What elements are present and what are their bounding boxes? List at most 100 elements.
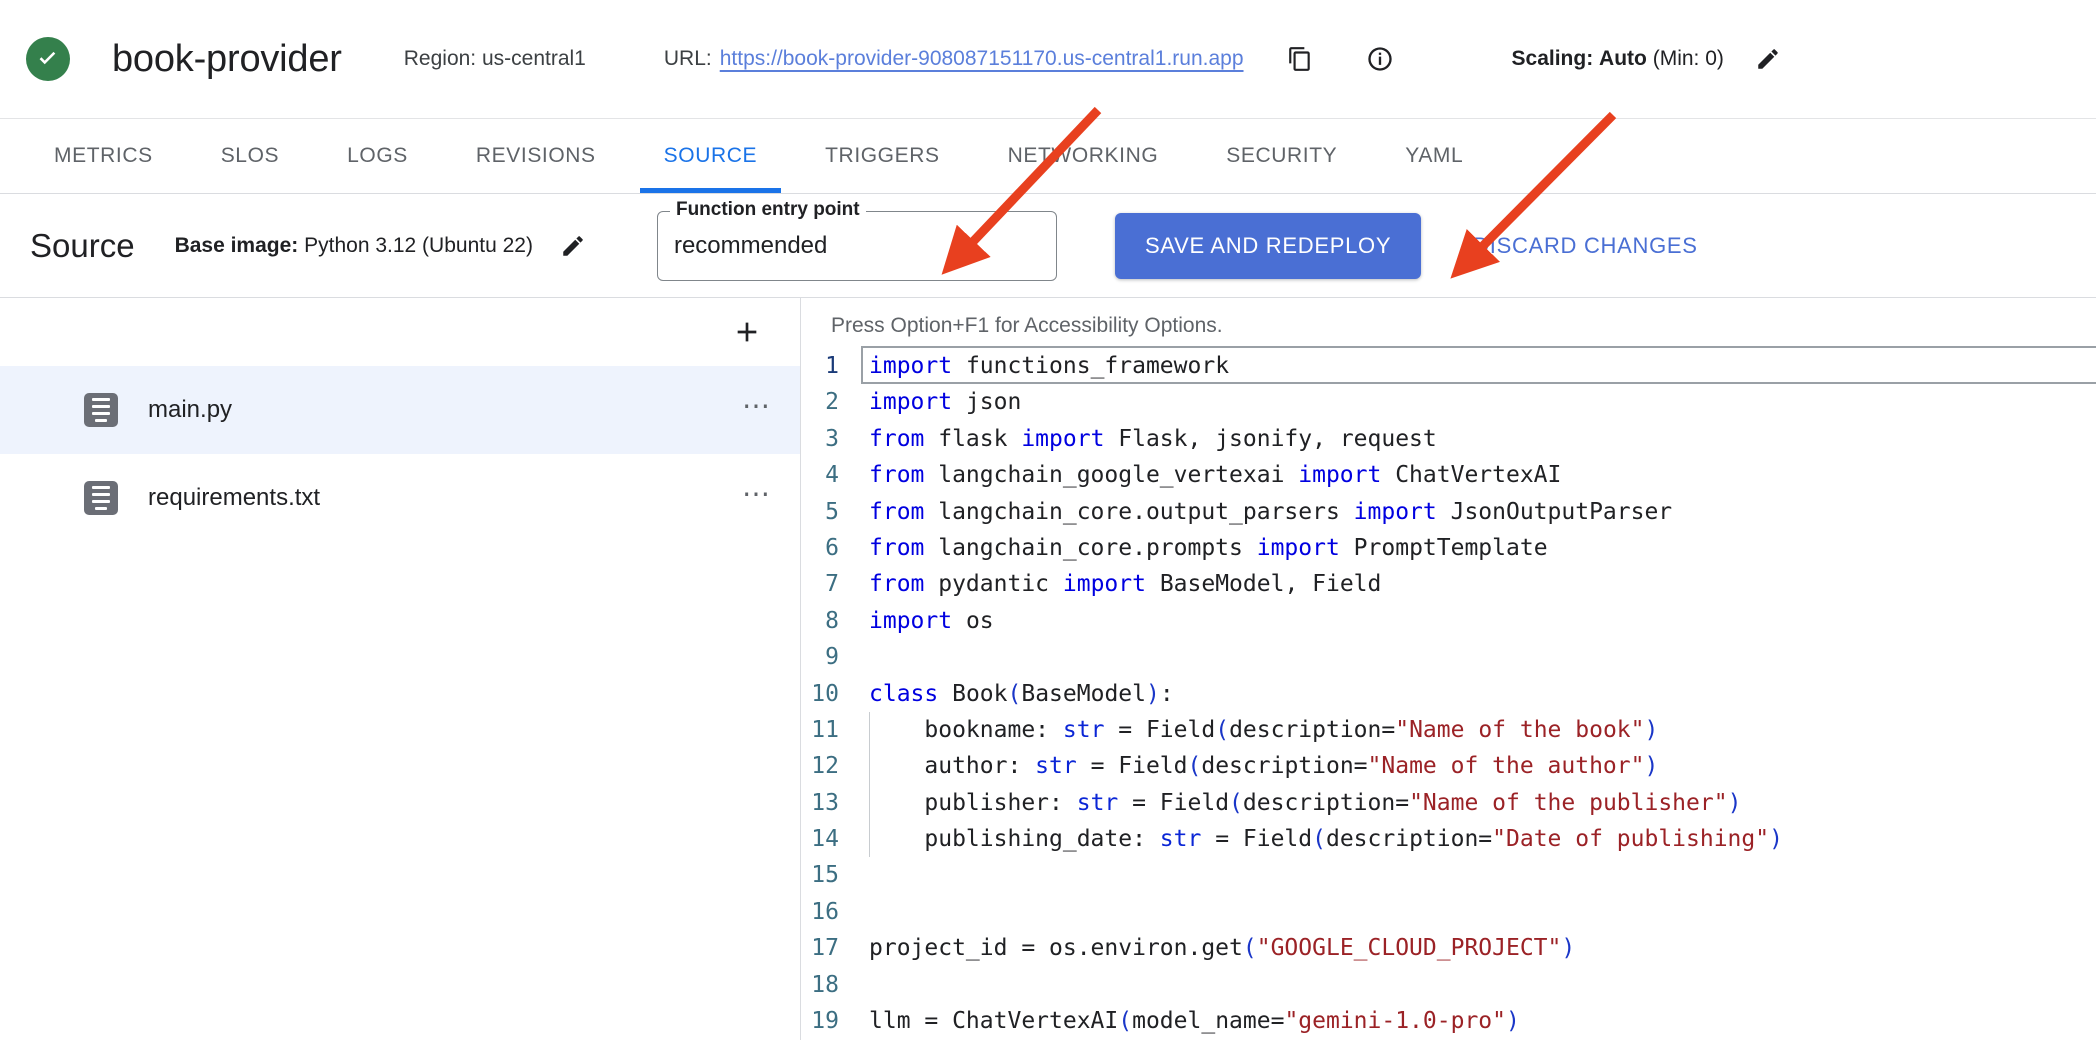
line-number: 1 [801, 348, 861, 384]
code-token: langchain_core.prompts [924, 535, 1256, 561]
info-icon[interactable] [1358, 37, 1402, 81]
code-token: str [1077, 790, 1119, 816]
tab-logs[interactable]: LOGS [313, 119, 442, 193]
scaling-min: (Min: 0) [1653, 47, 1724, 70]
code-token: flask [924, 426, 1021, 452]
url-label: URL: [664, 47, 712, 71]
code-line[interactable]: 17project_id = os.environ.get("GOOGLE_CL… [801, 930, 2096, 966]
list-item[interactable]: main.py ⋯ [0, 366, 800, 454]
code-token: publishing_date: [869, 826, 1160, 852]
pencil-icon[interactable] [1746, 37, 1790, 81]
code-line-text: class Book(BaseModel): [861, 676, 2096, 712]
function-entry-point-field[interactable]: Function entry point [657, 211, 1057, 281]
code-token: Book [938, 681, 1007, 707]
code-line-text [861, 894, 2096, 930]
tab-networking[interactable]: NETWORKING [974, 119, 1193, 193]
code-line[interactable]: 2import json [801, 384, 2096, 420]
code-token: ( [1188, 753, 1202, 779]
code-token: ) [1644, 753, 1658, 779]
code-line[interactable]: 13 publisher: str = Field(description="N… [801, 785, 2096, 821]
code-editor-panel[interactable]: Press Option+F1 for Accessibility Option… [801, 298, 2096, 1040]
code-token: "Name of the publisher" [1409, 790, 1728, 816]
code-token: json [952, 389, 1021, 415]
code-token: llm = ChatVertexAI [869, 1008, 1118, 1034]
tab-triggers[interactable]: TRIGGERS [791, 119, 973, 193]
line-number: 12 [801, 748, 861, 784]
base-image-label: Base image: [175, 234, 299, 257]
line-number: 11 [801, 712, 861, 748]
function-entry-point-label: Function entry point [670, 199, 866, 221]
save-and-redeploy-button[interactable]: SAVE AND REDEPLOY [1115, 213, 1421, 279]
code-line[interactable]: 1import functions_framework [801, 348, 2096, 384]
code-line-text [861, 967, 2096, 1003]
code-line[interactable]: 9 [801, 639, 2096, 675]
code-token: : [1160, 681, 1174, 707]
code-line[interactable]: 7from pydantic import BaseModel, Field [801, 566, 2096, 602]
code-token: ( [1118, 1008, 1132, 1034]
tab-revisions[interactable]: REVISIONS [442, 119, 630, 193]
more-horizontal-icon[interactable]: ⋯ [742, 401, 772, 419]
source-body: main.py ⋯ requirements.txt ⋯ Press Optio… [0, 298, 2096, 1040]
line-number: 2 [801, 384, 861, 420]
list-item[interactable]: requirements.txt ⋯ [0, 454, 800, 542]
code-line[interactable]: 8import os [801, 603, 2096, 639]
code-token: ( [1229, 790, 1243, 816]
tab-yaml[interactable]: YAML [1371, 119, 1497, 193]
code-line-text: llm = ChatVertexAI(model_name="gemini-1.… [861, 1003, 2096, 1039]
code-line[interactable]: 18 [801, 967, 2096, 1003]
plus-icon[interactable] [722, 307, 772, 357]
line-number: 13 [801, 785, 861, 821]
line-number: 15 [801, 857, 861, 893]
tab-security[interactable]: SECURITY [1192, 119, 1371, 193]
code-token: project_id = os.environ.get [869, 935, 1243, 961]
line-number: 8 [801, 603, 861, 639]
file-list-panel: main.py ⋯ requirements.txt ⋯ [0, 298, 801, 1040]
accessibility-hint: Press Option+F1 for Accessibility Option… [801, 298, 2096, 348]
tab-source[interactable]: SOURCE [630, 119, 791, 193]
code-editor[interactable]: 1import functions_framework2import json3… [801, 348, 2096, 1039]
code-line[interactable]: 14 publishing_date: str = Field(descript… [801, 821, 2096, 857]
tab-slos[interactable]: SLOS [187, 119, 313, 193]
code-token: ( [1312, 826, 1326, 852]
code-token: str [1035, 753, 1077, 779]
copy-icon[interactable] [1278, 37, 1322, 81]
code-line[interactable]: 3from flask import Flask, jsonify, reque… [801, 421, 2096, 457]
code-token: ) [1506, 1008, 1520, 1034]
file-name: requirements.txt [148, 484, 742, 512]
service-url-link[interactable]: https://book-provider-908087151170.us-ce… [720, 47, 1244, 71]
code-line-text: project_id = os.environ.get("GOOGLE_CLOU… [861, 930, 2096, 966]
more-horizontal-icon[interactable]: ⋯ [742, 489, 772, 507]
code-line-text: author: str = Field(description="Name of… [861, 748, 2096, 784]
code-line[interactable]: 19llm = ChatVertexAI(model_name="gemini-… [801, 1003, 2096, 1039]
code-token: ) [1728, 790, 1742, 816]
code-token: ( [1215, 717, 1229, 743]
code-line[interactable]: 6from langchain_core.prompts import Prom… [801, 530, 2096, 566]
file-panel-toolbar [0, 298, 800, 366]
base-image-value: Python 3.12 (Ubuntu 22) [304, 234, 533, 257]
code-token: author: [869, 753, 1035, 779]
page-title: book-provider [112, 38, 342, 81]
code-token: functions_framework [952, 353, 1229, 379]
code-line[interactable]: 4from langchain_google_vertexai import C… [801, 457, 2096, 493]
code-line[interactable]: 12 author: str = Field(description="Name… [801, 748, 2096, 784]
service-url: URL: https://book-provider-908087151170.… [664, 47, 1244, 71]
file-name: main.py [148, 396, 742, 424]
line-number: 3 [801, 421, 861, 457]
function-entry-point-input[interactable] [674, 232, 1040, 260]
discard-changes-button[interactable]: DISCARD CHANGES [1459, 213, 1711, 279]
source-toolbar: Source Base image: Python 3.12 (Ubuntu 2… [0, 194, 2096, 298]
code-line-text [861, 857, 2096, 893]
code-line[interactable]: 10class Book(BaseModel): [801, 676, 2096, 712]
code-line[interactable]: 11 bookname: str = Field(description="Na… [801, 712, 2096, 748]
scaling-value: Auto [1599, 47, 1647, 70]
code-line[interactable]: 5from langchain_core.output_parsers impo… [801, 494, 2096, 530]
line-number: 16 [801, 894, 861, 930]
code-token: PromptTemplate [1340, 535, 1548, 561]
code-line[interactable]: 15 [801, 857, 2096, 893]
check-circle-icon [26, 37, 70, 81]
edit-base-image-pencil-icon[interactable] [551, 224, 595, 268]
code-line[interactable]: 16 [801, 894, 2096, 930]
tab-metrics[interactable]: METRICS [20, 119, 187, 193]
cloud-run-service-page: book-provider Region: us-central1 URL: h… [0, 0, 2096, 1042]
line-number: 18 [801, 967, 861, 1003]
